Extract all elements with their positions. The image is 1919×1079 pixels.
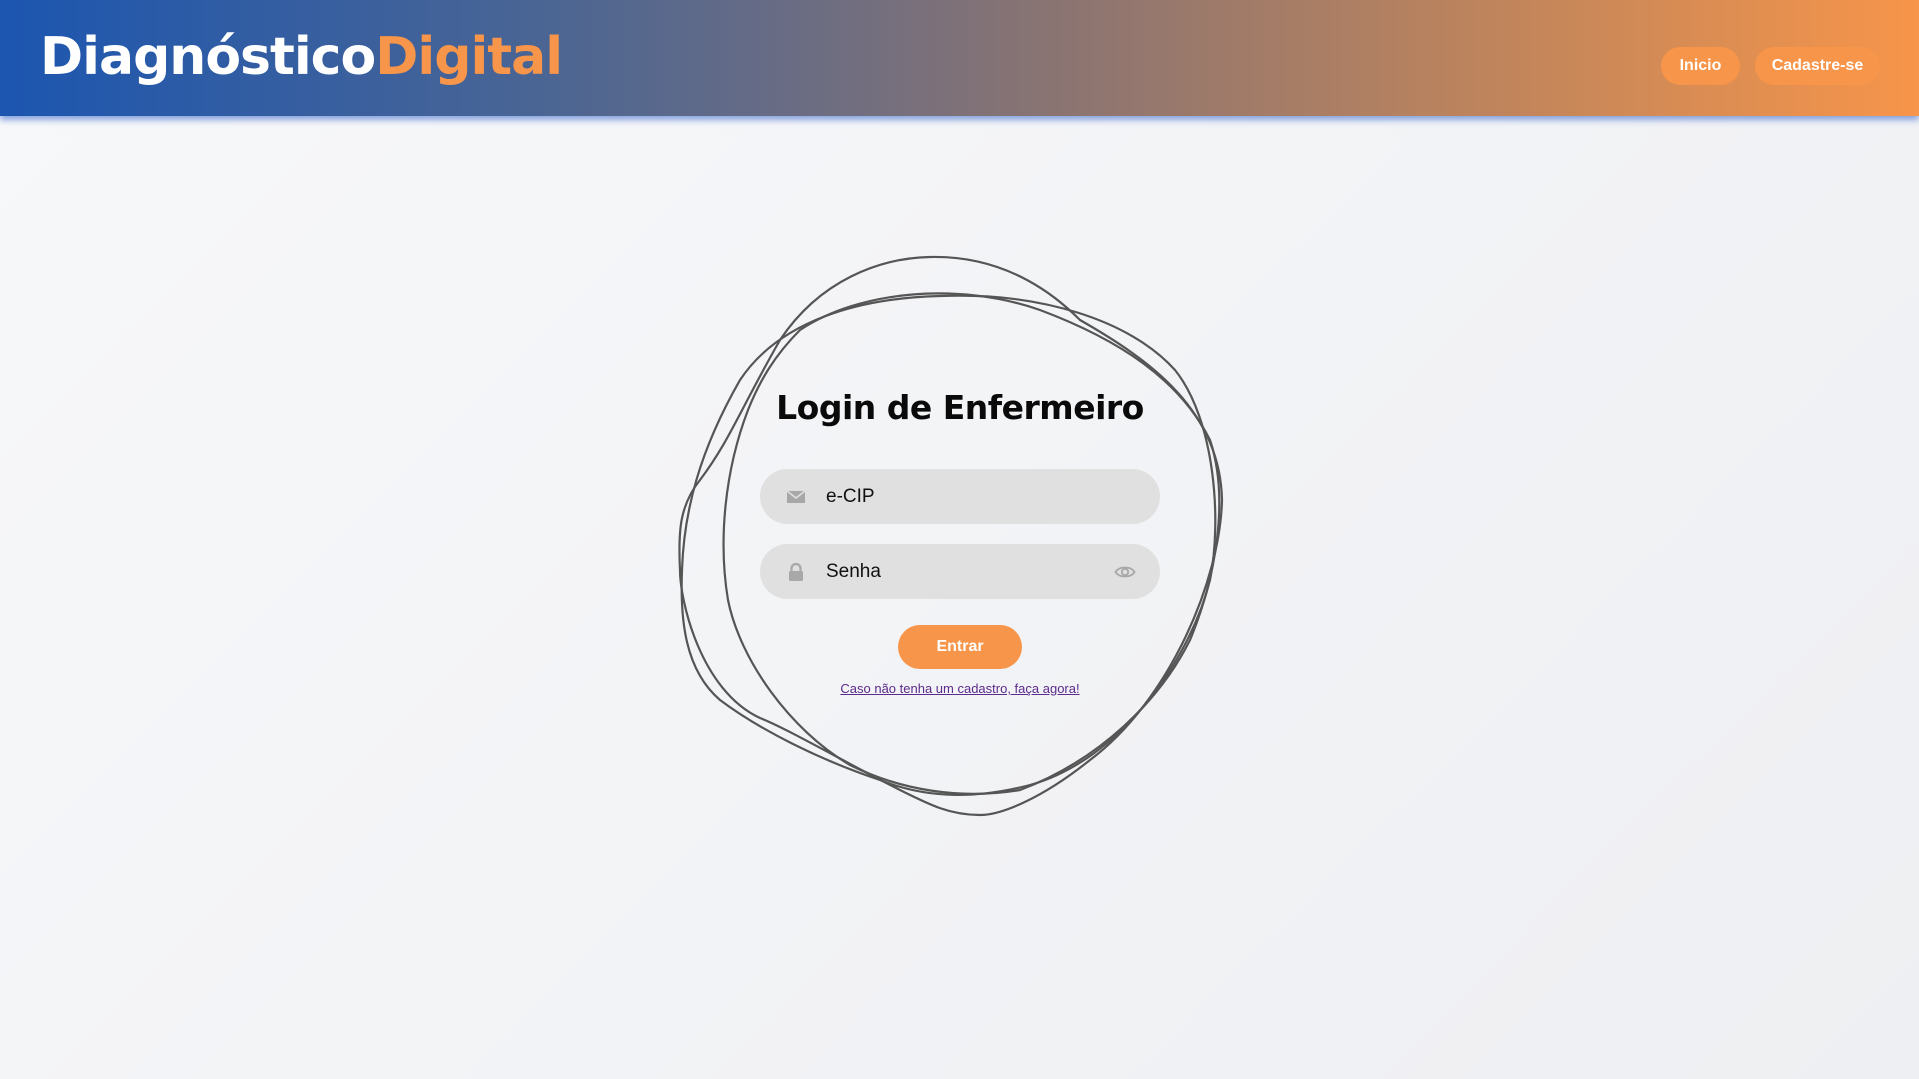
top-header: DiagnósticoDigital Inicio Cadastre-se xyxy=(0,0,1919,116)
nav-home-button[interactable]: Inicio xyxy=(1661,47,1740,85)
logo-text-primary: Diagnóstico xyxy=(40,27,376,87)
envelope-icon xyxy=(786,490,806,503)
ecip-field[interactable] xyxy=(760,469,1160,524)
eye-icon[interactable] xyxy=(1114,561,1136,583)
logo-text-accent: Digital xyxy=(375,27,563,87)
login-submit-button[interactable]: Entrar xyxy=(898,625,1022,669)
site-logo[interactable]: DiagnósticoDigital xyxy=(40,22,563,92)
signup-link[interactable]: Caso não tenha um cadastro, faça agora! xyxy=(760,681,1160,696)
password-input[interactable] xyxy=(826,544,1126,599)
decorative-scribble-circle xyxy=(678,255,1224,817)
login-title: Login de Enfermeiro xyxy=(776,388,1144,427)
lock-icon xyxy=(789,562,803,581)
ecip-input[interactable] xyxy=(826,469,1126,524)
password-field[interactable] xyxy=(760,544,1160,599)
nav-register-button[interactable]: Cadastre-se xyxy=(1755,47,1880,85)
